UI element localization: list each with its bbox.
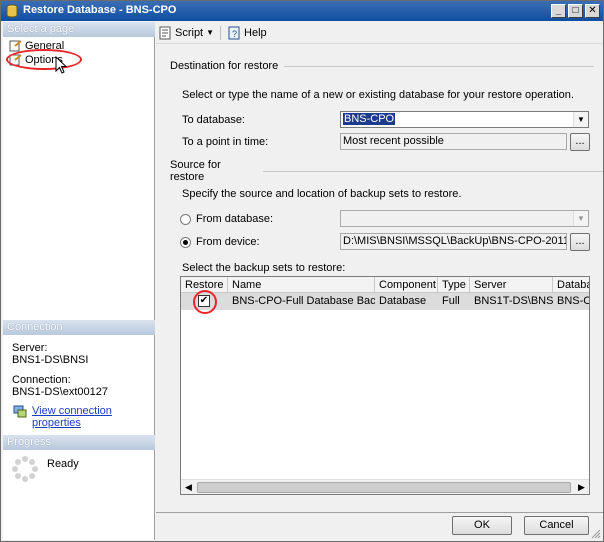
connection-properties-icon	[13, 405, 27, 418]
progress-header: Progress	[3, 435, 155, 450]
name-cell: BNS-CPO-Full Database Backup	[228, 293, 375, 310]
from-database-radio[interactable]	[180, 214, 191, 225]
source-instructions: Specify the source and location of backu…	[182, 188, 462, 200]
script-icon	[159, 26, 171, 39]
dialog-footer: OK Cancel	[156, 512, 603, 541]
destination-instructions: Select or type the name of a new or exis…	[182, 89, 574, 101]
mouse-cursor-icon	[55, 56, 68, 74]
source-header: Source for restore	[170, 159, 221, 183]
scrollbar-thumb[interactable]	[197, 482, 571, 493]
server-value: BNS1-DS\BNSI	[12, 354, 89, 366]
scroll-right-icon[interactable]: ▶	[574, 480, 589, 494]
view-connection-properties-link[interactable]: View connection properties	[32, 405, 154, 429]
connection-label: Connection:	[12, 374, 71, 386]
horizontal-scrollbar[interactable]: ◀ ▶	[181, 479, 589, 494]
point-in-time-field: Most recent possible	[340, 133, 567, 150]
from-device-label[interactable]: From device:	[196, 236, 260, 248]
source-group-header: Source for restore	[170, 159, 603, 183]
select-page-header: Select a page	[3, 22, 155, 37]
destination-header: Destination for restore	[170, 60, 279, 72]
close-button[interactable]: ✕	[585, 4, 600, 18]
column-header-database[interactable]: Databa	[553, 277, 589, 293]
component-cell: Database	[375, 293, 438, 310]
toolbar: Script ▼ ? Help	[156, 22, 603, 44]
server-cell: BNS1T-DS\BNSI	[470, 293, 553, 310]
database-icon	[6, 4, 18, 18]
to-database-value: BNS-CPO	[343, 113, 396, 125]
from-database-label[interactable]: From database:	[196, 213, 273, 225]
script-button[interactable]: Script ▼	[158, 26, 214, 40]
group-divider	[284, 65, 595, 67]
destination-group-header: Destination for restore	[170, 60, 595, 72]
scroll-left-icon[interactable]: ◀	[181, 480, 196, 494]
main-content: Script ▼ ? Help Destination for restore …	[156, 22, 603, 512]
chevron-down-icon[interactable]: ▼	[573, 112, 588, 127]
progress-status: Ready	[47, 458, 79, 470]
from-database-select: ▼	[340, 210, 589, 227]
restore-database-window: Restore Database - BNS-CPO _ □ ✕ Select …	[0, 0, 604, 542]
group-divider	[262, 170, 603, 172]
server-label: Server:	[12, 342, 48, 354]
help-icon: ?	[228, 26, 240, 39]
minimize-button[interactable]: _	[551, 4, 566, 18]
progress-spinner-icon	[12, 456, 38, 482]
help-button[interactable]: ? Help	[227, 26, 267, 40]
resize-grip-icon[interactable]	[591, 529, 601, 539]
chevron-down-icon: ▼	[573, 211, 588, 226]
svg-text:?: ?	[232, 29, 237, 39]
toolbar-divider	[220, 25, 222, 40]
backup-sets-label: Select the backup sets to restore:	[182, 262, 346, 274]
connection-header: Connection	[3, 320, 155, 335]
ok-button[interactable]: OK	[452, 516, 512, 535]
column-header-component[interactable]: Component	[375, 277, 438, 293]
left-pane: Select a page General Options Connection…	[3, 22, 155, 540]
column-header-name[interactable]: Name	[228, 277, 375, 293]
connection-value: BNS1-DS\ext00127	[12, 386, 108, 398]
highlight-circle	[193, 290, 217, 314]
chevron-down-icon[interactable]: ▼	[206, 28, 214, 37]
highlight-circle	[6, 49, 82, 70]
column-header-server[interactable]: Server	[470, 277, 553, 293]
point-in-time-browse-button[interactable]: ...	[570, 133, 590, 151]
cancel-button[interactable]: Cancel	[524, 516, 589, 535]
window-title: Restore Database - BNS-CPO	[23, 4, 177, 16]
title-bar[interactable]: Restore Database - BNS-CPO _ □ ✕	[1, 1, 603, 21]
to-database-label: To database:	[182, 114, 245, 126]
to-database-select[interactable]: BNS-CPO ▼	[340, 111, 589, 128]
script-label: Script	[175, 26, 204, 39]
from-device-browse-button[interactable]: ...	[570, 233, 590, 251]
type-cell: Full	[438, 293, 470, 310]
backup-sets-grid[interactable]: Restore Name Component Type Server Datab…	[180, 276, 590, 495]
from-device-radio[interactable]	[180, 237, 191, 248]
point-in-time-label: To a point in time:	[182, 136, 269, 148]
database-cell: BNS-C	[553, 293, 589, 310]
column-header-type[interactable]: Type	[438, 277, 470, 293]
from-device-field: D:\MIS\BNSI\MSSQL\BackUp\BNS-CPO-2011-11…	[340, 233, 567, 250]
help-label: Help	[244, 26, 267, 39]
maximize-button[interactable]: □	[568, 4, 583, 18]
